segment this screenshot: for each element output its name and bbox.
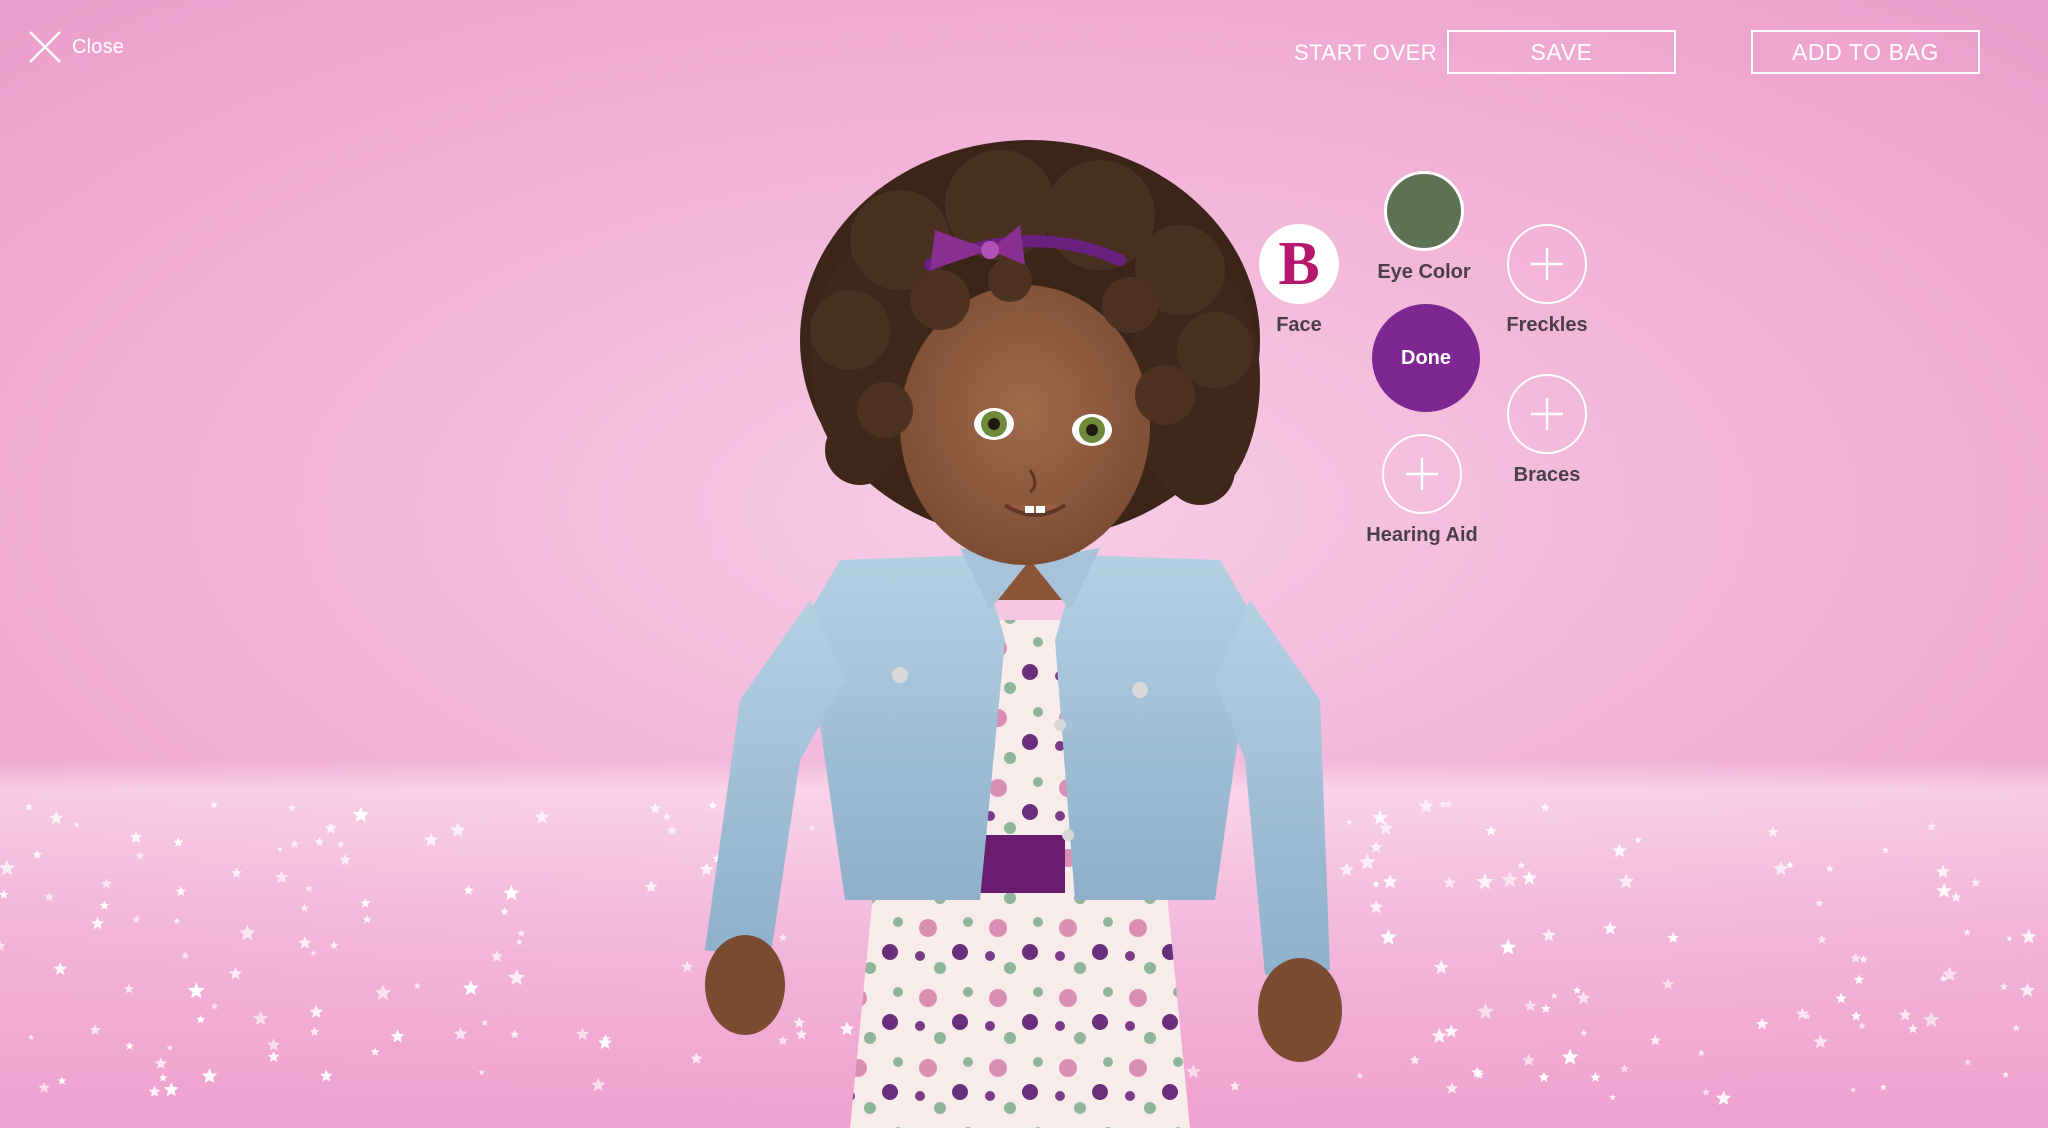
plus-icon <box>1406 458 1438 490</box>
plus-icon <box>1531 248 1563 280</box>
start-over-button[interactable]: START OVER <box>1294 40 1437 66</box>
freckles-option[interactable]: Freckles <box>1467 224 1627 337</box>
freckles-label: Freckles <box>1506 314 1588 336</box>
face-glyph[interactable]: B <box>1259 224 1339 304</box>
braces-label: Braces <box>1513 464 1581 486</box>
save-button[interactable]: SAVE <box>1447 30 1676 74</box>
hearing-aid-add-button[interactable] <box>1382 434 1462 514</box>
doll-right-hand <box>1258 958 1342 1062</box>
close-icon <box>29 31 61 63</box>
braces-add-button[interactable] <box>1507 374 1587 454</box>
doll-left-hand <box>705 935 785 1035</box>
eye-color-label: Eye Color <box>1377 261 1471 283</box>
close-button[interactable]: Close <box>28 30 124 64</box>
doll-preview <box>705 140 1342 1128</box>
close-label: Close <box>72 35 125 58</box>
freckles-add-button[interactable] <box>1507 224 1587 304</box>
hearing-aid-label: Hearing Aid <box>1366 524 1478 546</box>
eye-color-swatch[interactable] <box>1384 171 1464 251</box>
hearing-aid-option[interactable]: Hearing Aid <box>1342 434 1502 547</box>
add-to-bag-button[interactable]: ADD TO BAG <box>1751 30 1980 74</box>
face-label: Face <box>1276 314 1322 336</box>
plus-icon <box>1531 398 1563 430</box>
done-button[interactable]: Done <box>1372 304 1480 412</box>
